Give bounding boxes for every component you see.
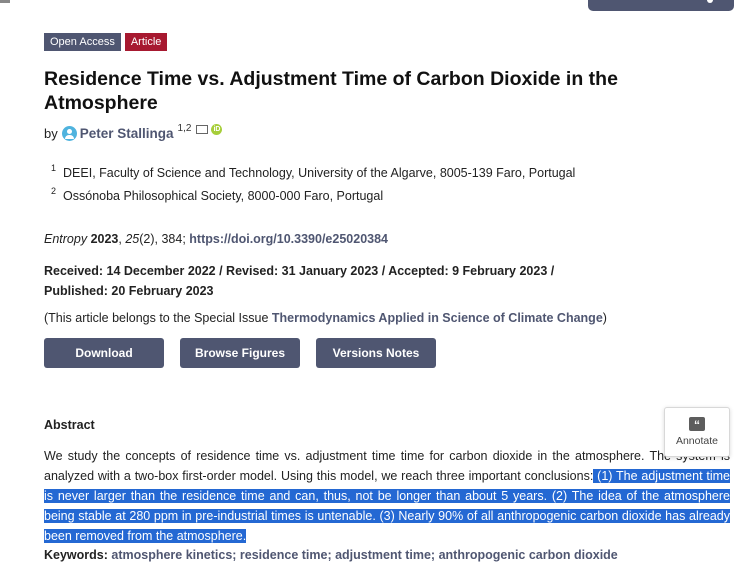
affiliation-text: DEEI, Faculty of Science and Technology,… xyxy=(63,166,576,181)
author-affiliation-refs: 1,2 xyxy=(177,123,192,134)
author-name-link[interactable]: Peter Stallinga xyxy=(80,126,174,141)
keywords-values[interactable]: atmosphere kinetics; residence time; adj… xyxy=(111,548,617,562)
open-access-badge: Open Access xyxy=(44,33,121,51)
affiliation-1: 1 DEEI, Faculty of Science and Technology… xyxy=(44,163,576,181)
annotate-button[interactable]: “ Annotate xyxy=(664,407,730,457)
abstract-text: We study the concepts of residence time … xyxy=(44,446,730,546)
article-type-badge: Article xyxy=(124,33,168,51)
special-issue-prefix: (This article belongs to the Special Iss… xyxy=(44,311,272,325)
quote-icon: “ xyxy=(689,417,705,432)
browse-figures-button[interactable]: Browse Figures xyxy=(180,338,300,368)
special-issue-suffix: ) xyxy=(602,311,607,325)
download-button[interactable]: Download xyxy=(44,338,164,368)
citation: Entropy 2023, 25(2), 384; https://doi.or… xyxy=(44,232,389,246)
citation-volume: 25 xyxy=(125,232,140,246)
author-profile-icon[interactable] xyxy=(61,126,77,141)
orcid-icon[interactable]: iD xyxy=(211,124,223,135)
keywords: Keywords: atmosphere kinetics; residence… xyxy=(44,548,618,562)
publication-dates: Received: 14 December 2022 / Revised: 31… xyxy=(44,264,555,298)
annotate-label: Annotate xyxy=(675,435,719,447)
affiliation-number: 1 xyxy=(51,163,57,173)
window-edge-mark xyxy=(0,0,10,3)
journal-name: Entropy xyxy=(44,232,88,246)
affiliation-text: Ossónoba Philosophical Society, 8000-000… xyxy=(63,189,384,204)
abstract-heading: Abstract xyxy=(44,418,95,432)
byline-prefix: by xyxy=(44,126,58,141)
email-icon[interactable] xyxy=(196,125,209,134)
doi-link[interactable]: https://doi.org/10.3390/e25020384 xyxy=(189,232,388,246)
affiliation-number: 2 xyxy=(51,186,57,196)
affiliation-2: 2 Ossónoba Philosophical Society, 8000-00… xyxy=(44,186,384,204)
article-title: Residence Time vs. Adjustment Time of Ca… xyxy=(44,68,618,114)
article-badges: Open Access Article xyxy=(44,33,168,51)
citation-year: 2023 xyxy=(90,232,119,246)
special-issue-link[interactable]: Thermodynamics Applied in Science of Cli… xyxy=(272,311,603,325)
citation-issue-pages: (2), 384; xyxy=(139,232,186,246)
keywords-label: Keywords: xyxy=(44,548,108,562)
byline: by Peter Stallinga 1,2 iD xyxy=(44,123,223,141)
special-issue-note: (This article belongs to the Special Iss… xyxy=(44,311,607,325)
versions-notes-button[interactable]: Versions Notes xyxy=(316,338,436,368)
